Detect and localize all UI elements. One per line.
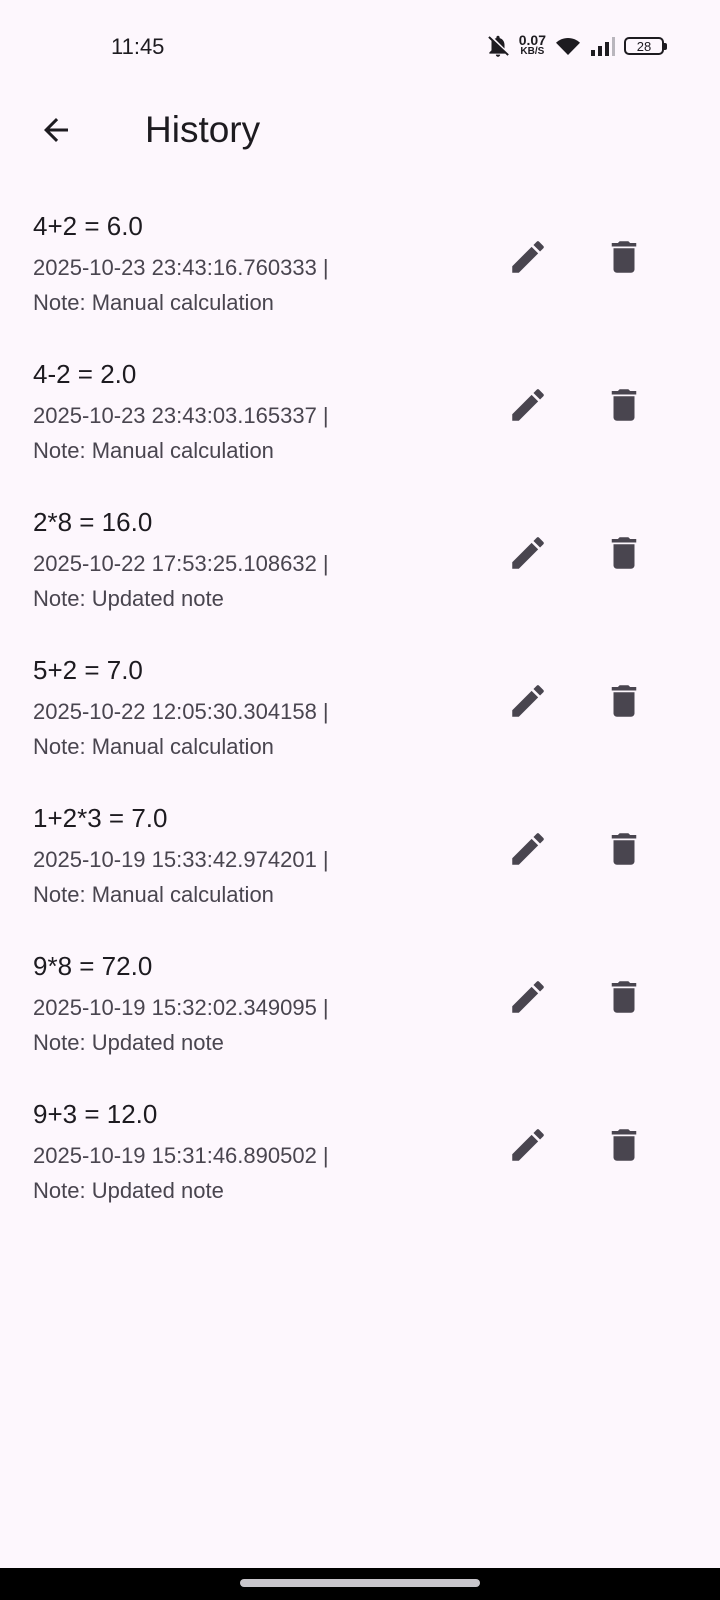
trash-icon	[603, 532, 645, 579]
history-expression: 5+2 = 7.0	[33, 655, 143, 685]
trash-icon	[603, 680, 645, 727]
edit-button[interactable]	[504, 383, 552, 431]
history-item: 4+2 = 6.0 2025-10-23 23:43:16.760333 | No…	[0, 200, 720, 348]
status-time: 11:45	[111, 34, 165, 59]
delete-button[interactable]	[600, 975, 648, 1023]
bell-off-icon	[485, 33, 511, 59]
home-indicator[interactable]	[240, 1579, 480, 1587]
pencil-icon	[507, 532, 549, 579]
app-bar: History	[0, 96, 720, 168]
history-expression: 9+3 = 12.0	[33, 1099, 158, 1129]
battery-level: 28	[636, 38, 652, 54]
delete-button[interactable]	[600, 1123, 648, 1171]
pencil-icon	[507, 236, 549, 283]
pencil-icon	[507, 384, 549, 431]
history-details: 2025-10-19 15:32:02.349095 | Note: Update…	[33, 990, 329, 1060]
history-list: 4+2 = 6.0 2025-10-23 23:43:16.760333 | No…	[0, 200, 720, 1236]
arrow-left-icon	[38, 112, 74, 153]
history-item: 4-2 = 2.0 2025-10-23 23:43:03.165337 | No…	[0, 348, 720, 496]
history-note: Note: Updated note	[33, 586, 224, 611]
history-details: 2025-10-23 23:43:03.165337 | Note: Manual…	[33, 398, 329, 468]
history-timestamp: 2025-10-22 12:05:30.304158 |	[33, 699, 329, 724]
delete-button[interactable]	[600, 235, 648, 283]
delete-button[interactable]	[600, 383, 648, 431]
wifi-icon	[554, 34, 582, 58]
trash-icon	[603, 976, 645, 1023]
trash-icon	[603, 236, 645, 283]
delete-button[interactable]	[600, 827, 648, 875]
battery-icon: 28	[624, 37, 667, 55]
edit-button[interactable]	[504, 531, 552, 579]
history-timestamp: 2025-10-22 17:53:25.108632 |	[33, 551, 329, 576]
pencil-icon	[507, 680, 549, 727]
history-timestamp: 2025-10-23 23:43:03.165337 |	[33, 403, 329, 428]
history-item: 5+2 = 7.0 2025-10-22 12:05:30.304158 | No…	[0, 644, 720, 792]
history-item: 9*8 = 72.0 2025-10-19 15:32:02.349095 | N…	[0, 940, 720, 1088]
status-bar: 11:45 0.07 KB/S 28	[0, 0, 720, 96]
history-expression: 9*8 = 72.0	[33, 951, 153, 981]
history-note: Note: Manual calculation	[33, 438, 274, 463]
history-details: 2025-10-19 15:31:46.890502 | Note: Update…	[33, 1138, 329, 1208]
history-details: 2025-10-19 15:33:42.974201 | Note: Manual…	[33, 842, 329, 912]
history-expression: 4-2 = 2.0	[33, 359, 137, 389]
net-speed-unit: KB/S	[520, 46, 545, 57]
edit-button[interactable]	[504, 1123, 552, 1171]
history-timestamp: 2025-10-19 15:32:02.349095 |	[33, 995, 329, 1020]
history-details: 2025-10-23 23:43:16.760333 | Note: Manual…	[33, 250, 329, 320]
page-title: History	[145, 109, 261, 150]
pencil-icon	[507, 976, 549, 1023]
edit-button[interactable]	[504, 975, 552, 1023]
history-note: Note: Manual calculation	[33, 734, 274, 759]
navigation-bar	[0, 1568, 720, 1600]
history-expression: 1+2*3 = 7.0	[33, 803, 168, 833]
history-note: Note: Updated note	[33, 1178, 224, 1203]
trash-icon	[603, 1124, 645, 1171]
edit-button[interactable]	[504, 827, 552, 875]
history-details: 2025-10-22 17:53:25.108632 | Note: Update…	[33, 546, 329, 616]
history-expression: 4+2 = 6.0	[33, 211, 143, 241]
history-item: 2*8 = 16.0 2025-10-22 17:53:25.108632 | N…	[0, 496, 720, 644]
history-expression: 2*8 = 16.0	[33, 507, 153, 537]
history-timestamp: 2025-10-19 15:31:46.890502 |	[33, 1143, 329, 1168]
delete-button[interactable]	[600, 531, 648, 579]
history-item: 1+2*3 = 7.0 2025-10-19 15:33:42.974201 |…	[0, 792, 720, 940]
history-note: Note: Manual calculation	[33, 882, 274, 907]
delete-button[interactable]	[600, 679, 648, 727]
signal-icon	[590, 35, 616, 57]
history-timestamp: 2025-10-23 23:43:16.760333 |	[33, 255, 329, 280]
trash-icon	[603, 828, 645, 875]
net-speed-value: 0.07	[518, 32, 546, 48]
history-note: Note: Updated note	[33, 1030, 224, 1055]
history-item: 9+3 = 12.0 2025-10-19 15:31:46.890502 | N…	[0, 1088, 720, 1236]
history-timestamp: 2025-10-19 15:33:42.974201 |	[33, 847, 329, 872]
pencil-icon	[507, 828, 549, 875]
trash-icon	[603, 384, 645, 431]
edit-button[interactable]	[504, 235, 552, 283]
pencil-icon	[507, 1124, 549, 1171]
back-button[interactable]	[32, 108, 80, 156]
history-note: Note: Manual calculation	[33, 290, 274, 315]
net-speed: 0.07 KB/S	[518, 32, 546, 57]
edit-button[interactable]	[504, 679, 552, 727]
history-details: 2025-10-22 12:05:30.304158 | Note: Manual…	[33, 694, 329, 764]
status-icons: 0.07 KB/S 28	[485, 32, 667, 59]
